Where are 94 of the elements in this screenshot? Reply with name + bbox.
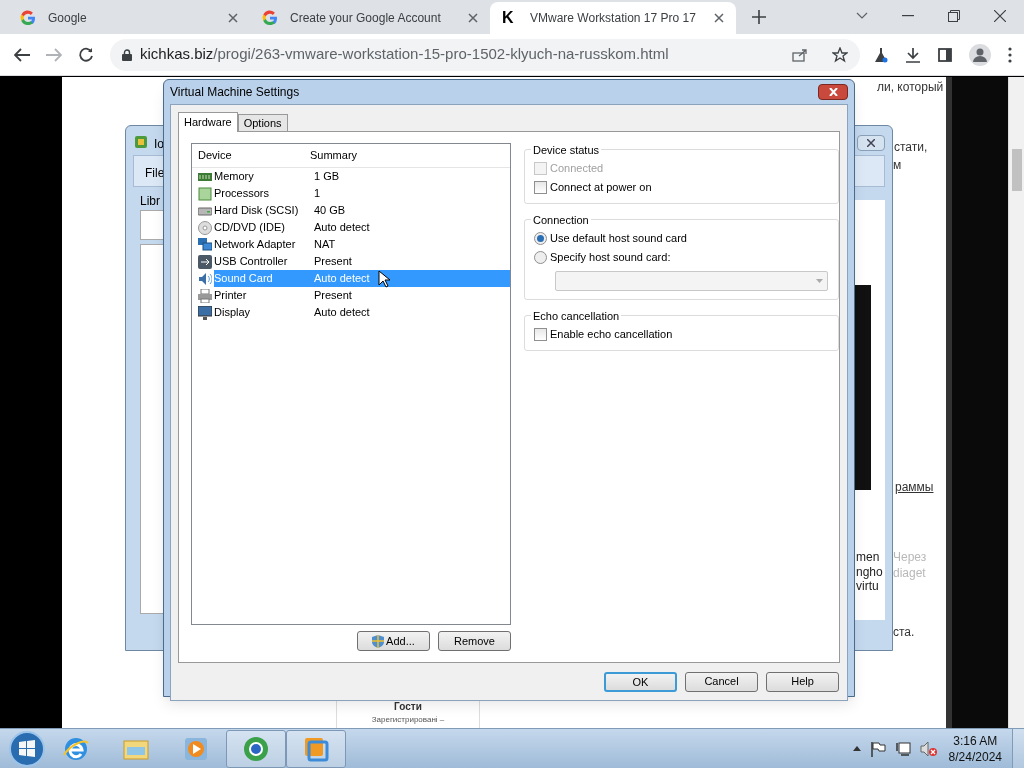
muted-speaker-icon[interactable] bbox=[919, 740, 938, 757]
close-icon[interactable] bbox=[714, 13, 724, 23]
url-text: kichkas.biz/progi/263-vmware-workstation-15-pro-1502-klyuch-na-russkom.html bbox=[140, 44, 670, 65]
device-row[interactable]: USB Controller Present bbox=[214, 253, 510, 270]
flask-icon[interactable] bbox=[874, 46, 888, 63]
radio-button[interactable] bbox=[534, 231, 547, 245]
device-row[interactable]: Network Adapter NAT bbox=[214, 236, 510, 253]
network-monitors-icon bbox=[198, 237, 212, 252]
start-orb-icon[interactable] bbox=[8, 729, 46, 768]
checkbox-label: Connect at power on bbox=[550, 179, 652, 195]
google-logo-icon bbox=[262, 10, 278, 26]
tab-title: Google bbox=[48, 10, 87, 27]
content-text: men bbox=[856, 549, 880, 566]
page-text: стати, bbox=[894, 139, 928, 156]
device-row[interactable]: Memory 1 GB bbox=[214, 168, 510, 185]
library-label: Libr bbox=[140, 193, 160, 210]
column-header[interactable]: Device bbox=[192, 147, 308, 164]
globe-icon bbox=[242, 734, 270, 763]
minimize-icon[interactable] bbox=[902, 15, 914, 17]
content-text: ngho bbox=[856, 564, 883, 581]
device-row[interactable]: Hard Disk (SCSI) 40 GB bbox=[214, 202, 510, 219]
back-arrow-icon[interactable] bbox=[14, 47, 30, 62]
mouse-cursor-icon bbox=[378, 270, 390, 288]
chip-icon bbox=[198, 186, 212, 201]
tab-title: VMware Workstation 17 Pro 17 bbox=[530, 10, 696, 27]
page-text: diaget bbox=[893, 565, 926, 582]
add-button[interactable]: Add... bbox=[357, 631, 430, 651]
network-monitor-icon[interactable] bbox=[894, 740, 911, 757]
download-icon[interactable] bbox=[905, 46, 921, 63]
device-row[interactable]: Printer Present bbox=[214, 287, 510, 304]
page-text: ста. bbox=[893, 624, 915, 641]
guests-subtitle: Зарегистрировані – bbox=[371, 714, 445, 726]
google-logo-icon bbox=[20, 10, 36, 26]
dropdown-arrow-icon bbox=[816, 279, 823, 283]
disc-icon bbox=[198, 220, 212, 235]
radio-label: Use default host sound card bbox=[550, 230, 687, 246]
browser-tab[interactable]: Create your Google Account bbox=[250, 2, 490, 34]
device-row[interactable]: CD/DVD (IDE) Auto detect bbox=[214, 219, 510, 236]
printer-icon bbox=[198, 288, 212, 303]
tab-title: Create your Google Account bbox=[290, 10, 441, 27]
dialog-title: Virtual Machine Settings bbox=[170, 84, 300, 101]
checkbox-label: Enable echo cancellation bbox=[550, 326, 673, 342]
speaker-icon bbox=[198, 271, 212, 286]
usb-icon bbox=[198, 254, 212, 269]
profile-avatar-icon[interactable] bbox=[969, 43, 991, 66]
chevron-up-icon[interactable] bbox=[852, 746, 861, 751]
restore-icon[interactable] bbox=[948, 10, 960, 22]
star-icon[interactable] bbox=[832, 46, 848, 63]
close-icon bbox=[828, 88, 838, 96]
dialog-tab[interactable]: Options bbox=[237, 114, 288, 131]
guests-title: Гости bbox=[394, 700, 422, 714]
side-panel-icon[interactable] bbox=[938, 47, 952, 62]
checkbox-label: Connected bbox=[550, 160, 604, 176]
app-icon bbox=[134, 135, 148, 149]
close-icon[interactable] bbox=[994, 10, 1006, 22]
checkbox[interactable] bbox=[534, 180, 547, 194]
close-icon[interactable] bbox=[228, 13, 238, 23]
address-bar[interactable]: kichkas.biz/progi/263-vmware-workstation-15-pro-1502-klyuch-na-russkom.html bbox=[110, 38, 860, 71]
close-icon bbox=[867, 139, 875, 147]
scrollbar[interactable] bbox=[1008, 77, 1024, 728]
dialog-button[interactable]: OK bbox=[604, 671, 677, 692]
content-text: virtu bbox=[856, 579, 879, 595]
remove-button[interactable]: Remove bbox=[438, 631, 511, 651]
lock-icon bbox=[122, 48, 132, 61]
monitor-icon bbox=[198, 305, 212, 320]
site-favicon: K bbox=[502, 8, 515, 28]
device-row[interactable]: Processors 1 bbox=[214, 185, 510, 202]
checkbox[interactable] bbox=[534, 327, 547, 341]
dialog-button[interactable]: Help bbox=[766, 671, 839, 692]
flag-icon[interactable] bbox=[869, 740, 886, 757]
shield-icon bbox=[372, 634, 385, 648]
clock[interactable]: 3:16 AM 8/24/2024 bbox=[948, 732, 1002, 765]
more-menu-icon[interactable] bbox=[1008, 46, 1012, 63]
radio-button[interactable] bbox=[534, 250, 547, 264]
column-header[interactable]: Summary bbox=[308, 147, 358, 164]
window-title: Io bbox=[154, 136, 164, 153]
taskbar-button[interactable] bbox=[286, 729, 346, 768]
reload-icon[interactable] bbox=[78, 46, 94, 63]
taskbar-button[interactable] bbox=[226, 729, 286, 768]
close-button[interactable] bbox=[818, 84, 848, 100]
chevron-down-icon[interactable] bbox=[856, 12, 868, 20]
device-row[interactable]: Display Auto detect bbox=[214, 304, 510, 321]
share-icon[interactable] bbox=[792, 47, 808, 62]
browser-tab[interactable]: K VMware Workstation 17 Pro 17 bbox=[490, 2, 736, 34]
radio-label: Specify host sound card: bbox=[550, 249, 671, 265]
page-text: Через bbox=[893, 549, 927, 566]
page-text: ли, который bbox=[877, 79, 944, 96]
close-button[interactable] bbox=[857, 135, 885, 151]
close-icon[interactable] bbox=[468, 13, 478, 23]
browser-tab[interactable]: Google bbox=[8, 2, 250, 34]
new-tab-icon[interactable] bbox=[752, 10, 766, 24]
page-text: м bbox=[893, 157, 902, 174]
dialog-button[interactable]: Cancel bbox=[685, 671, 758, 692]
dialog-tab[interactable]: Hardware bbox=[178, 112, 238, 132]
